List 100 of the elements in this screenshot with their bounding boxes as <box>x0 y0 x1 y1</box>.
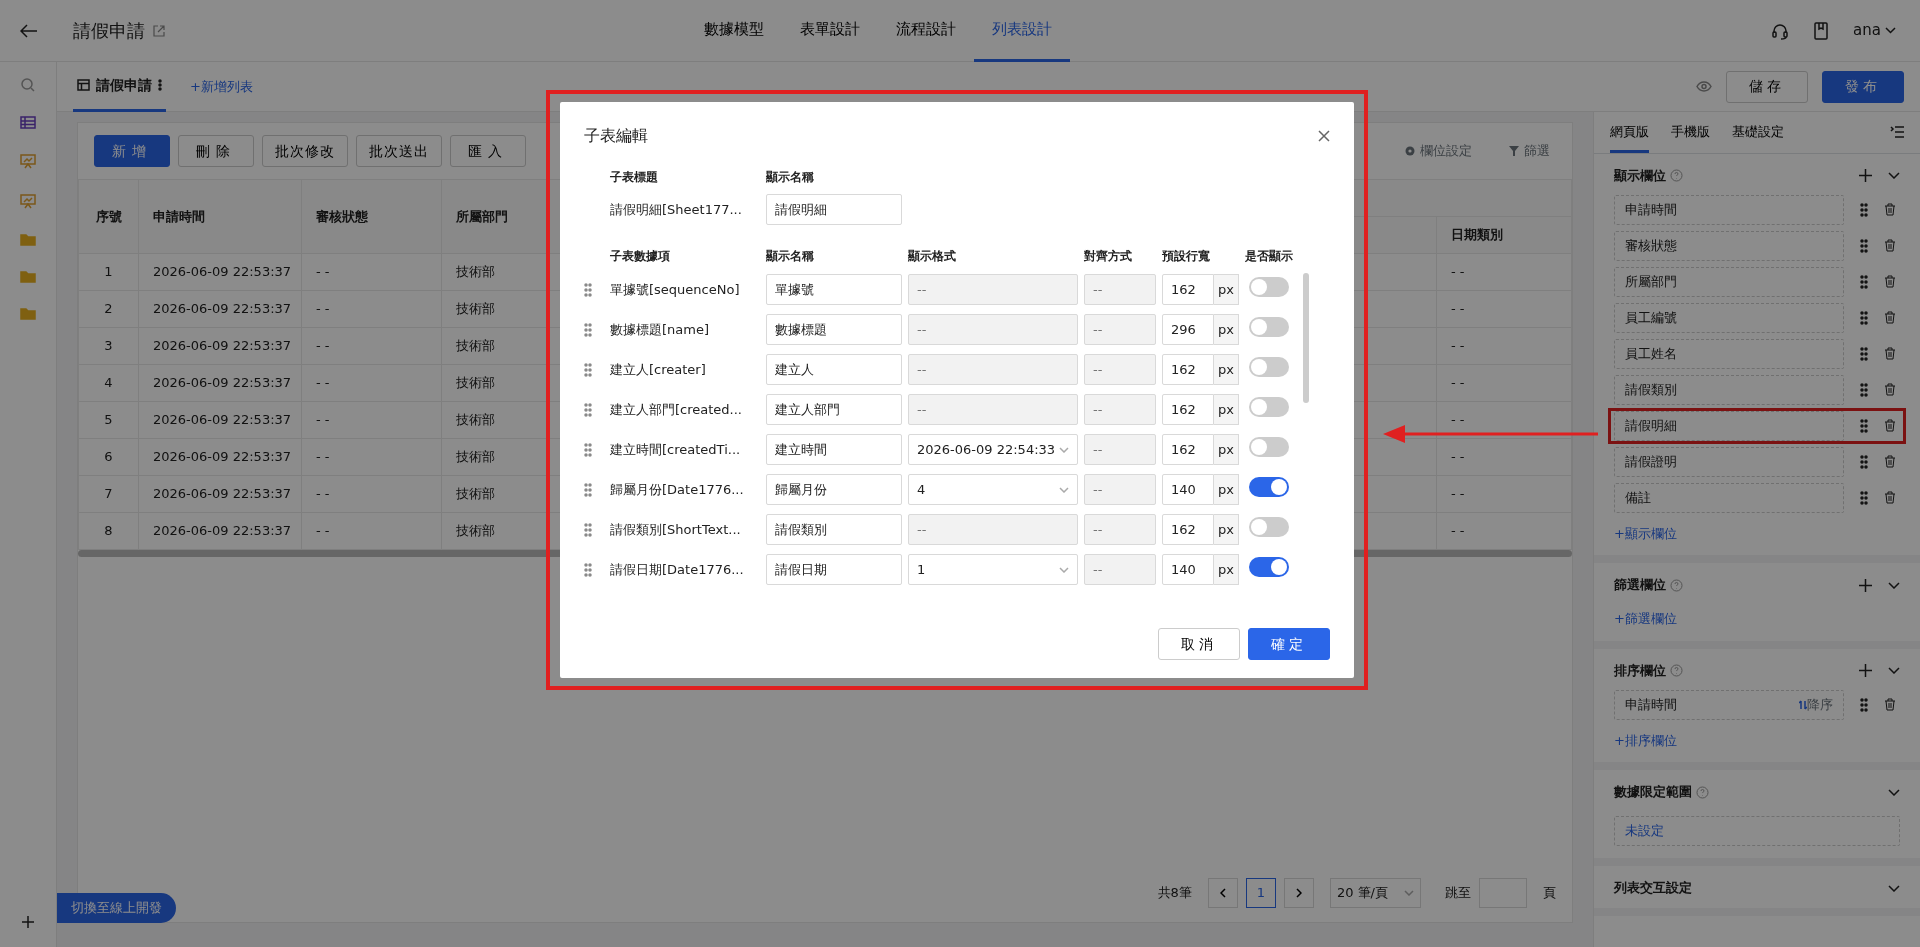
chevron-down-icon[interactable] <box>1887 172 1900 179</box>
chevron-down-icon[interactable] <box>1885 27 1896 34</box>
field-item[interactable]: 請假證明 <box>1613 446 1844 477</box>
toolbar-link[interactable]: 欄位設定 <box>1397 140 1478 162</box>
plus-icon[interactable] <box>1858 169 1872 182</box>
headset-icon[interactable] <box>1771 21 1790 40</box>
toolbar-button[interactable]: 刪除 <box>178 135 254 167</box>
name-input[interactable]: 單據號 <box>766 274 902 305</box>
trash-icon[interactable] <box>1883 383 1896 396</box>
toggle-switch[interactable] <box>1249 476 1289 497</box>
publish-button[interactable]: 發布 <box>1821 70 1904 103</box>
width-input[interactable]: 140 <box>1162 474 1215 505</box>
toggle-switch[interactable] <box>1249 316 1289 337</box>
drag-handle-icon[interactable] <box>584 322 592 337</box>
format-select[interactable]: 4 <box>908 474 1078 505</box>
trash-icon[interactable] <box>1883 311 1896 324</box>
cancel-button[interactable]: 取消 <box>1158 628 1240 660</box>
save-button[interactable]: 儲存 <box>1725 70 1808 103</box>
chevron-down-icon[interactable] <box>1887 884 1900 892</box>
width-input[interactable]: 162 <box>1162 434 1215 465</box>
drag-handle-icon[interactable] <box>584 362 592 377</box>
add-list-link[interactable]: +新增列表 <box>190 76 253 97</box>
list-icon[interactable] <box>20 116 36 129</box>
width-input[interactable]: 162 <box>1162 514 1215 545</box>
field-item[interactable]: 申請時間 <box>1613 194 1844 225</box>
drag-handle-icon[interactable] <box>584 482 592 497</box>
toolbar-button[interactable]: 批次送出 <box>356 135 442 167</box>
drag-handle-icon[interactable] <box>1859 697 1868 712</box>
list-tab[interactable]: 請假申請 <box>73 62 166 112</box>
nav-tab[interactable]: 流程設計 <box>878 0 975 62</box>
back-arrow-icon[interactable] <box>19 23 38 38</box>
toggle-switch[interactable] <box>1249 276 1289 297</box>
drag-handle-icon[interactable] <box>1859 274 1868 289</box>
sort-order-label[interactable]: 降序 <box>1806 694 1833 715</box>
toggle-switch[interactable] <box>1249 436 1289 457</box>
drag-handle-icon[interactable] <box>1859 382 1868 397</box>
drag-handle-icon[interactable] <box>584 442 592 457</box>
trash-icon[interactable] <box>1883 239 1896 252</box>
book-icon[interactable] <box>1813 21 1830 40</box>
field-item[interactable]: 請假類別 <box>1613 374 1844 405</box>
field-item[interactable]: 員工姓名 <box>1613 338 1844 369</box>
name-input[interactable]: 請假類別 <box>766 514 902 545</box>
width-input[interactable]: 162 <box>1162 394 1215 425</box>
width-input[interactable]: 162 <box>1162 354 1215 385</box>
chevron-down-icon[interactable] <box>1887 667 1900 674</box>
width-input[interactable]: 296 <box>1162 314 1215 345</box>
field-item[interactable]: 備註 <box>1613 482 1844 513</box>
format-select[interactable]: 2026-06-09 22:54:33 <box>908 434 1078 465</box>
plus-icon[interactable] <box>1858 578 1872 592</box>
trash-icon[interactable] <box>1883 698 1896 711</box>
drag-handle-icon[interactable] <box>1859 346 1868 361</box>
chevron-down-icon[interactable] <box>1887 788 1900 796</box>
format-select[interactable]: 1 <box>908 554 1078 585</box>
toolbar-button[interactable]: 匯入 <box>450 135 526 167</box>
page-size-select[interactable]: 20 筆/頁 <box>1329 878 1421 908</box>
field-item[interactable]: 請假明細 <box>1613 410 1844 441</box>
name-input[interactable]: 歸屬月份 <box>766 474 902 505</box>
field-item[interactable]: 所屬部門 <box>1613 266 1844 297</box>
vertical-scrollbar[interactable] <box>1303 273 1309 403</box>
name-input[interactable]: 請假明細 <box>766 194 902 225</box>
panel-tab[interactable]: 網頁版 <box>1609 112 1649 153</box>
nav-tab[interactable]: 表單設計 <box>782 0 879 62</box>
drag-handle-icon[interactable] <box>1859 310 1868 325</box>
drag-handle-icon[interactable] <box>584 522 592 537</box>
name-input[interactable]: 建立人 <box>766 354 902 385</box>
nav-tab[interactable]: 數據模型 <box>686 0 783 62</box>
field-item[interactable]: 申請時間 降序 <box>1613 689 1844 720</box>
name-input[interactable]: 建立人部門 <box>766 394 902 425</box>
toggle-switch[interactable] <box>1249 396 1289 417</box>
drag-handle-icon[interactable] <box>1859 202 1868 217</box>
toolbar-button[interactable]: 新增 <box>94 135 170 167</box>
scope-box[interactable]: 未設定 <box>1613 816 1900 846</box>
toolbar-button[interactable]: 批次修改 <box>262 135 348 167</box>
trash-icon[interactable] <box>1883 203 1896 216</box>
confirm-button[interactable]: 確定 <box>1248 628 1330 660</box>
toolbar-link[interactable]: 篩選 <box>1501 140 1556 162</box>
drag-handle-icon[interactable] <box>1859 454 1868 469</box>
drag-handle-icon[interactable] <box>1859 238 1868 253</box>
plus-icon[interactable] <box>21 915 35 929</box>
next-page-button[interactable] <box>1283 878 1314 908</box>
outline-list-icon[interactable] <box>1889 126 1904 139</box>
width-input[interactable]: 140 <box>1162 554 1215 585</box>
eye-icon[interactable] <box>1695 81 1712 92</box>
width-input[interactable]: 162 <box>1162 274 1215 305</box>
trash-icon[interactable] <box>1883 275 1896 288</box>
toggle-switch[interactable] <box>1249 516 1289 537</box>
field-item[interactable]: 員工編號 <box>1613 302 1844 333</box>
page-button[interactable]: 1 <box>1245 878 1276 908</box>
drag-handle-icon[interactable] <box>1859 418 1868 433</box>
external-link-icon[interactable] <box>153 24 165 37</box>
panel-tab[interactable]: 手機版 <box>1670 112 1710 153</box>
name-input[interactable]: 建立時間 <box>766 434 902 465</box>
switch-button[interactable]: 切換至線上開發 <box>57 893 176 923</box>
panel-tab[interactable]: 基礎設定 <box>1731 112 1784 153</box>
chevron-down-icon[interactable] <box>1887 581 1900 589</box>
close-icon[interactable] <box>1318 130 1330 142</box>
add-field-link[interactable]: +篩選欄位 <box>1613 609 1677 629</box>
drag-handle-icon[interactable] <box>1859 490 1868 505</box>
trash-icon[interactable] <box>1883 347 1896 360</box>
prev-page-button[interactable] <box>1207 878 1238 908</box>
